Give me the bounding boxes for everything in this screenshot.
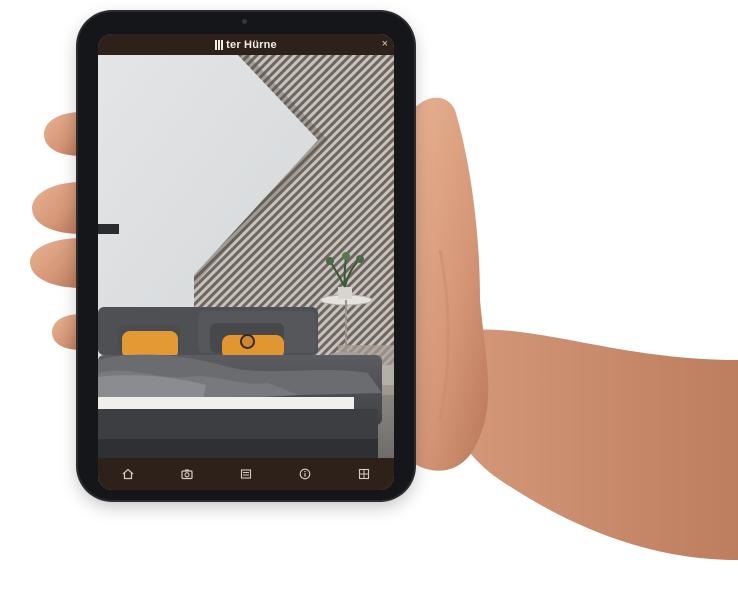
info-icon (299, 468, 311, 480)
bedroom-scene (98, 55, 394, 458)
tablet-device: ter Hürne × (78, 12, 414, 500)
brand-logo-icon (215, 39, 224, 50)
nav-home-button[interactable] (114, 463, 142, 485)
side-marker (98, 224, 119, 234)
bottom-navigation (98, 458, 394, 490)
nav-camera-button[interactable] (173, 463, 201, 485)
camera-icon (181, 469, 193, 480)
front-camera (242, 19, 247, 24)
nav-info-button[interactable] (291, 463, 319, 485)
app-screen: ter Hürne × (98, 34, 394, 490)
grid-icon (359, 468, 370, 480)
ar-camera-view[interactable] (98, 55, 394, 458)
brand: ter Hürne (215, 39, 277, 51)
close-button[interactable]: × (382, 38, 388, 51)
home-icon (122, 468, 133, 480)
app-header: ter Hürne × (98, 34, 394, 55)
photo-stage: ter Hürne × (0, 0, 738, 590)
menu-icon (240, 469, 252, 479)
brand-name: ter Hürne (226, 38, 277, 51)
nav-menu-button[interactable] (232, 463, 260, 485)
nav-grid-button[interactable] (350, 463, 378, 485)
ar-hotspot-button[interactable] (240, 334, 255, 349)
